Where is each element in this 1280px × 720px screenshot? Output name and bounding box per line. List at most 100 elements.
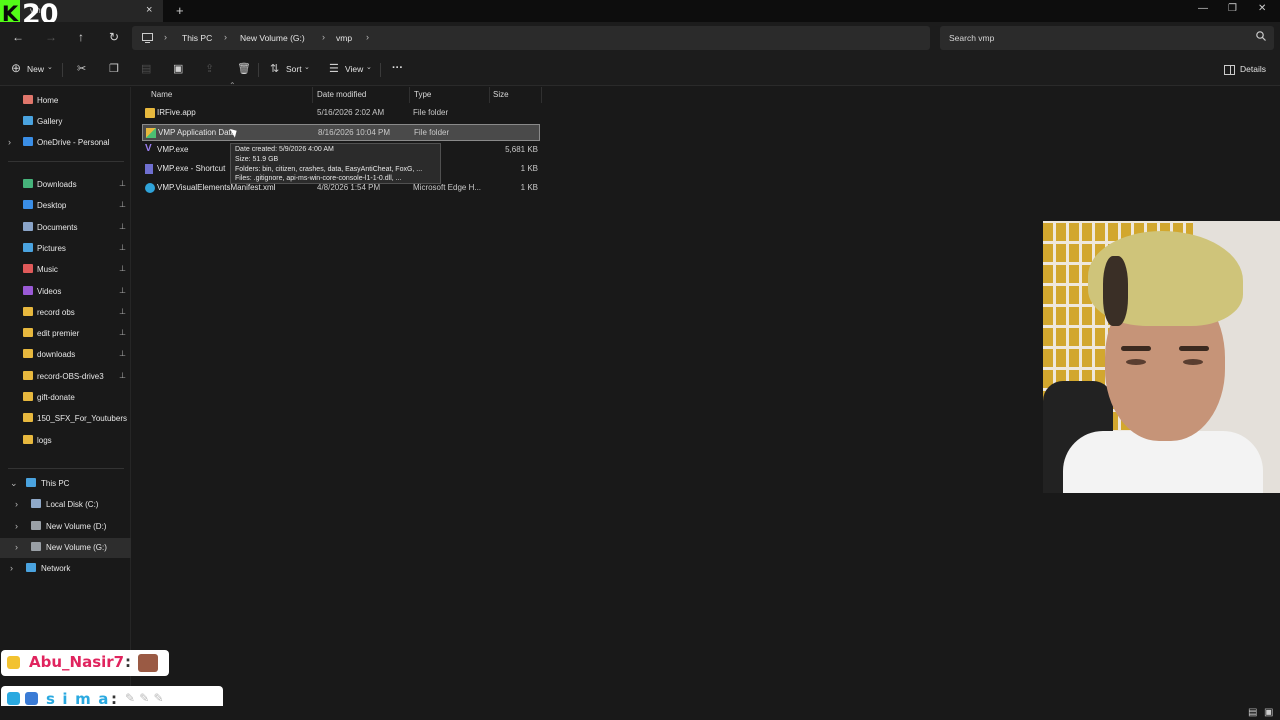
copy-icon[interactable]: ❐ xyxy=(109,62,119,75)
sidebar-item-edit-premier[interactable]: edit premier ⊥ xyxy=(0,324,131,344)
sidebar-item-label: record-OBS-drive3 xyxy=(37,371,104,381)
chevron-down-icon[interactable]: ⌄ xyxy=(304,63,310,71)
file-size: 1 KB xyxy=(520,182,538,192)
divider xyxy=(8,468,124,469)
breadcrumb-this-pc[interactable]: This PC xyxy=(182,33,212,43)
pictures-icon xyxy=(23,242,33,252)
details-button[interactable]: Details xyxy=(1240,64,1266,74)
chevron-down-icon[interactable]: ⌄ xyxy=(47,63,53,71)
cut-icon[interactable]: ✂ xyxy=(77,62,86,75)
close-window-button[interactable]: ✕ xyxy=(1258,3,1266,14)
pin-icon[interactable]: ⊥ xyxy=(119,349,126,358)
sidebar-item-label: New Volume (D:) xyxy=(46,521,107,531)
new-plus-icon[interactable]: ⊕ xyxy=(11,61,21,75)
table-row[interactable]: VMP Application Data 8/16/2026 10:04 PM … xyxy=(142,123,540,141)
chevron-right-icon: › xyxy=(322,32,325,42)
pin-icon[interactable]: ⊥ xyxy=(119,286,126,295)
gallery-icon xyxy=(23,116,33,125)
pin-icon[interactable]: ⊥ xyxy=(119,200,126,209)
sidebar-item-150-sfx-for-youtubers[interactable]: 150_SFX_For_Youtubers xyxy=(0,409,131,429)
sidebar-item-videos[interactable]: Videos ⊥ xyxy=(0,282,131,302)
sidebar-item-pictures[interactable]: Pictures ⊥ xyxy=(0,239,131,259)
details-pane-icon[interactable] xyxy=(1224,65,1235,75)
sidebar-item-this-pc[interactable]: ⌄ This PC xyxy=(0,474,131,494)
pin-icon[interactable]: ⊥ xyxy=(119,371,126,380)
pin-icon[interactable]: ⊥ xyxy=(119,179,126,188)
up-icon[interactable]: ↑ xyxy=(78,30,84,44)
tiles-view-icon[interactable]: ▣ xyxy=(1264,707,1273,718)
column-header-type[interactable]: Type xyxy=(414,90,431,99)
sidebar-item-documents[interactable]: Documents ⊥ xyxy=(0,218,131,238)
sidebar-item-downloads[interactable]: Downloads ⊥ xyxy=(0,175,131,195)
chevron-down-icon[interactable]: ⌄ xyxy=(10,478,18,489)
more-options-button[interactable]: ··· xyxy=(392,62,403,74)
sidebar-item-logs[interactable]: logs xyxy=(0,431,131,451)
column-header-size[interactable]: Size xyxy=(493,90,509,99)
chevron-right-icon[interactable]: › xyxy=(8,137,11,147)
minimize-button[interactable]: — xyxy=(1198,3,1208,14)
column-header-date-modified[interactable]: Date modified xyxy=(317,90,366,99)
app-folder-icon xyxy=(146,127,156,138)
folder-icon xyxy=(23,392,33,401)
sidebar-item-desktop[interactable]: Desktop ⊥ xyxy=(0,196,131,216)
share-icon[interactable]: ⇪ xyxy=(205,62,214,75)
sidebar-item-new-volume-g[interactable]: › New Volume (G:) xyxy=(0,537,131,558)
pin-icon[interactable]: ⊥ xyxy=(119,307,126,316)
new-button[interactable]: New xyxy=(27,64,44,74)
sidebar-item-downloads[interactable]: downloads ⊥ xyxy=(0,345,131,365)
chevron-right-icon[interactable]: › xyxy=(15,521,18,531)
view-icon[interactable]: ☰ xyxy=(329,62,339,75)
sidebar-item-music[interactable]: Music ⊥ xyxy=(0,260,131,280)
forward-icon[interactable]: → xyxy=(45,30,57,44)
column-header-name[interactable]: Name xyxy=(151,90,172,99)
pin-icon[interactable]: ⊥ xyxy=(119,222,126,231)
sidebar-item-network[interactable]: › Network xyxy=(0,559,131,579)
search-placeholder: Search vmp xyxy=(949,33,995,43)
pin-icon[interactable]: ⊥ xyxy=(119,264,126,273)
column-divider[interactable] xyxy=(409,87,410,103)
rename-icon[interactable]: ▣ xyxy=(173,62,183,75)
sidebar-item-onedrive-personal[interactable]: › OneDrive - Personal xyxy=(0,133,131,153)
sort-icon[interactable]: ⇅ xyxy=(270,62,279,75)
sidebar-item-label: edit premier xyxy=(37,329,80,339)
pin-icon[interactable]: ⊥ xyxy=(119,328,126,337)
sidebar-item-gift-donate[interactable]: gift-donate xyxy=(0,388,131,408)
back-icon[interactable]: ← xyxy=(12,30,24,44)
chevron-right-icon[interactable]: › xyxy=(15,542,18,552)
sidebar-item-record-obs-drive3[interactable]: record-OBS-drive3 ⊥ xyxy=(0,367,131,387)
sidebar-item-record-obs[interactable]: record obs ⊥ xyxy=(0,303,131,323)
sort-button[interactable]: Sort xyxy=(286,64,302,74)
chevron-right-icon[interactable]: › xyxy=(15,499,18,509)
sidebar-item-new-volume-d[interactable]: › New Volume (D:) xyxy=(0,517,131,537)
chat-message: Abu_Nasir7 : xyxy=(1,650,169,676)
paste-icon[interactable]: ▤ xyxy=(141,62,151,75)
chevron-right-icon[interactable]: › xyxy=(366,32,369,42)
refresh-icon[interactable]: ↻ xyxy=(109,30,119,44)
maximize-button[interactable]: ❐ xyxy=(1228,3,1237,14)
chevron-down-icon[interactable]: ⌄ xyxy=(366,63,372,71)
breadcrumb-new-volume-g[interactable]: New Volume (G:) xyxy=(240,33,305,43)
address-bar[interactable]: › This PC › New Volume (G:) › vmp › xyxy=(132,26,930,50)
chevron-right-icon: › xyxy=(164,32,167,42)
view-button[interactable]: View xyxy=(345,64,363,74)
column-divider[interactable] xyxy=(489,87,490,103)
sidebar-item-home[interactable]: Home xyxy=(0,91,131,111)
table-row[interactable]: IRFive.app 5/16/2026 2:02 AM File folder xyxy=(142,105,540,122)
sidebar-item-label: Documents xyxy=(37,222,78,232)
column-divider[interactable] xyxy=(541,87,542,103)
sidebar-item-label: Music xyxy=(37,265,58,275)
breadcrumb-vmp[interactable]: vmp xyxy=(336,33,352,43)
drive-icon xyxy=(31,499,41,509)
delete-icon[interactable]: 🗑 xyxy=(237,62,251,75)
column-divider[interactable] xyxy=(312,87,313,103)
details-view-icon[interactable]: ▤ xyxy=(1248,707,1257,718)
sidebar-item-local-disk-c[interactable]: › Local Disk (C:) xyxy=(0,495,131,515)
search-icon xyxy=(1256,31,1266,41)
pin-icon[interactable]: ⊥ xyxy=(119,243,126,252)
search-input[interactable]: Search vmp xyxy=(940,26,1274,50)
sidebar-item-gallery[interactable]: Gallery xyxy=(0,112,131,132)
close-tab-icon[interactable]: × xyxy=(146,4,152,16)
chevron-right-icon[interactable]: › xyxy=(10,563,13,573)
sidebar-item-label: Pictures xyxy=(37,243,66,253)
new-tab-button[interactable]: + xyxy=(176,3,184,18)
